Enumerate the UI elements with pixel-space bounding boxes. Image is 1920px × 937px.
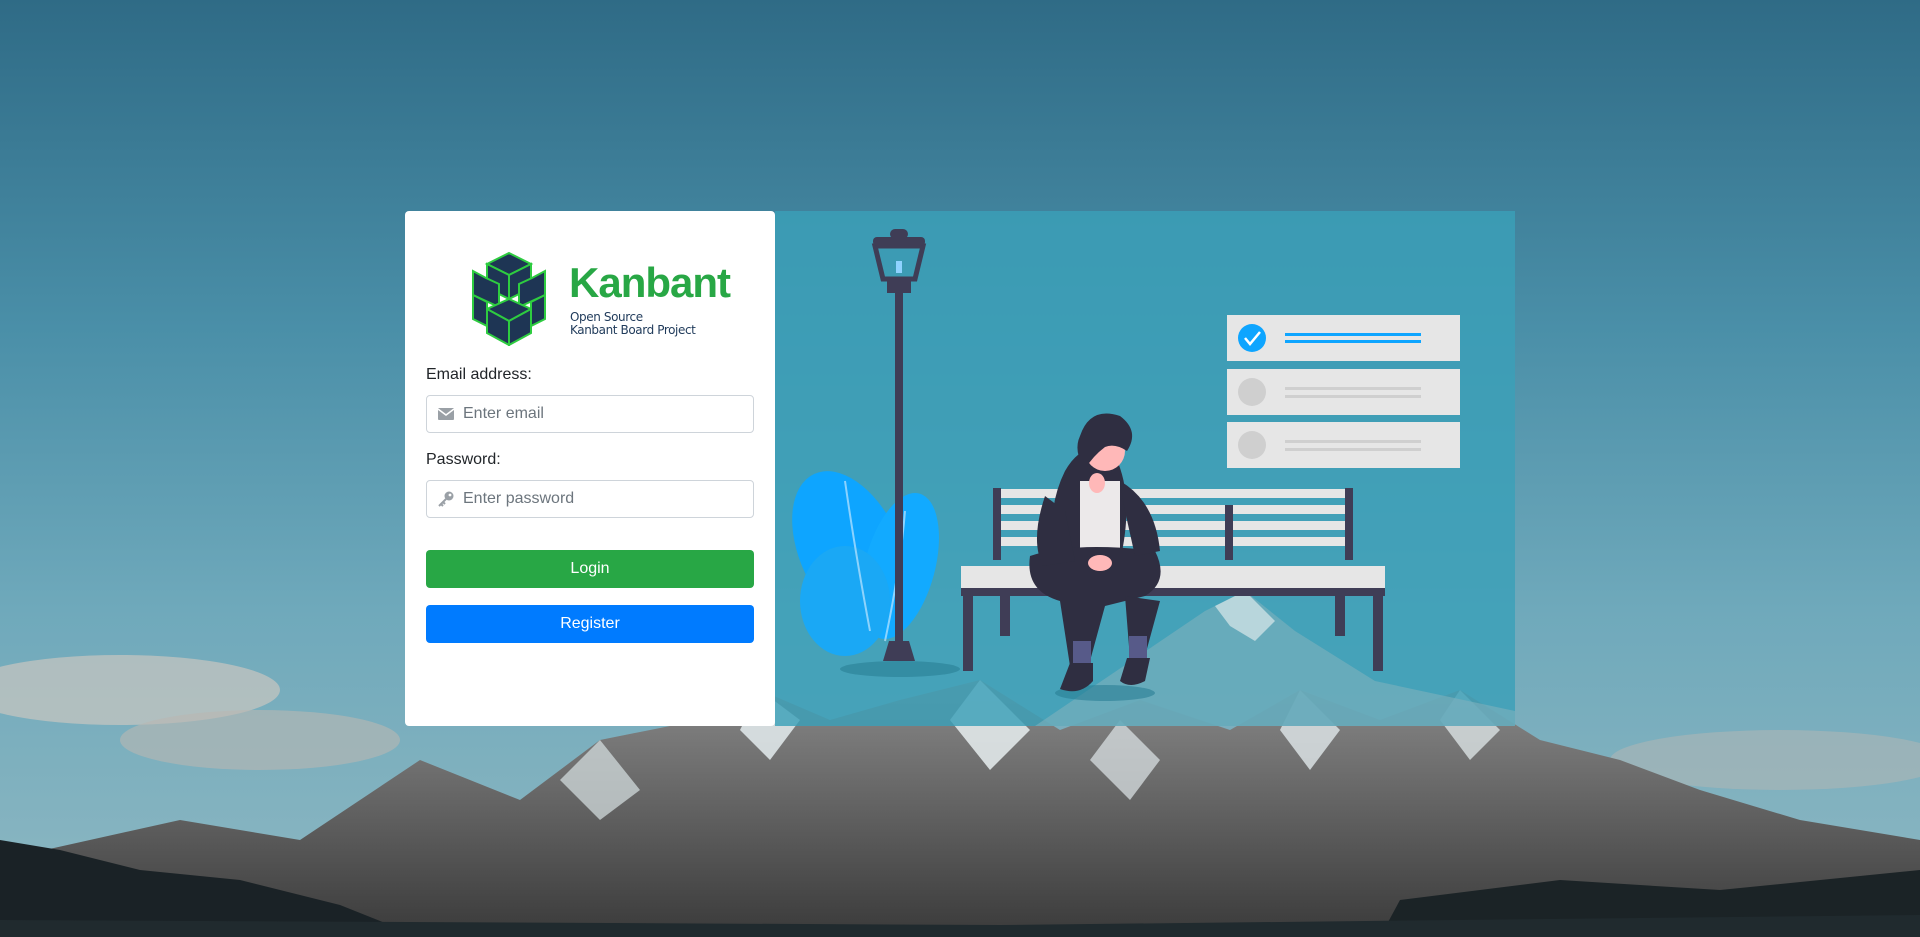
brand-tagline-line2: Kanbant Board Project <box>570 323 696 337</box>
login-card: Kanbant Open Source Kanbant Board Projec… <box>405 211 775 726</box>
envelope-icon <box>437 406 455 422</box>
register-button[interactable]: Register <box>426 605 754 643</box>
password-input[interactable] <box>463 481 743 517</box>
email-label: Email address: <box>426 366 532 383</box>
brand-name: Kanbant <box>569 259 731 306</box>
email-input[interactable] <box>463 396 743 432</box>
key-icon <box>437 491 455 507</box>
password-label: Password: <box>426 451 501 468</box>
illustration-panel <box>775 211 1515 726</box>
password-field-wrapper <box>426 480 754 518</box>
cube-logo-icon <box>472 251 546 347</box>
brand-logo: Kanbant Open Source Kanbant Board Projec… <box>469 251 731 347</box>
email-field-wrapper <box>426 395 754 433</box>
brand-tagline: Open Source Kanbant Board Project <box>570 311 696 337</box>
checklist-illustration <box>1227 315 1460 468</box>
login-button[interactable]: Login <box>426 550 754 588</box>
